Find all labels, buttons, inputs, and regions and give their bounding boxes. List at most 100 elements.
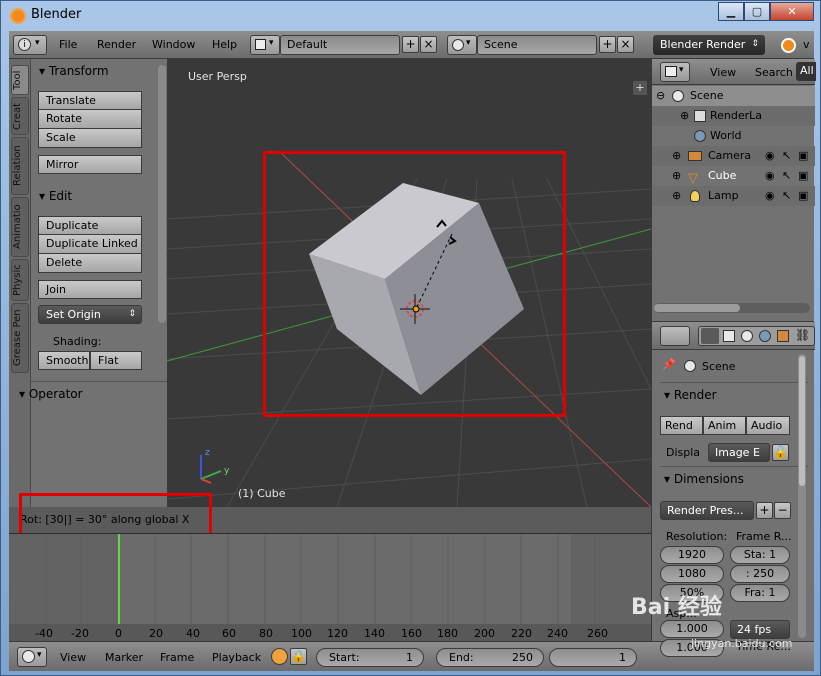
tab-grease-pencil[interactable]: Grease Pen bbox=[11, 303, 29, 373]
frame-step-field[interactable]: Fra: 1 bbox=[730, 584, 790, 602]
scene-icon[interactable] bbox=[741, 330, 753, 342]
outliner-row-lamp[interactable]: ⊕ Lamp ◉ ↖ ▣ bbox=[652, 186, 815, 206]
delete-button[interactable]: Delete bbox=[38, 254, 142, 273]
pin-icon[interactable]: 📌 bbox=[662, 358, 676, 371]
tab-animation[interactable]: Animatio bbox=[11, 197, 29, 257]
expand-icon[interactable]: ⊕ bbox=[680, 106, 689, 126]
render-animation-button[interactable]: Anim bbox=[703, 416, 746, 435]
dimensions-panel-header[interactable]: ▾ Dimensions bbox=[664, 472, 744, 486]
select-arrow-icon[interactable]: ↖ bbox=[782, 166, 791, 186]
expand-icon[interactable]: ⊕ bbox=[672, 146, 681, 166]
join-button[interactable]: Join bbox=[38, 280, 142, 299]
translate-button[interactable]: Translate bbox=[38, 91, 142, 110]
resolution-y-field[interactable]: 1080 bbox=[660, 565, 724, 583]
context-tabs[interactable]: ⛓ bbox=[698, 326, 815, 346]
render-image-button[interactable]: Rend bbox=[660, 416, 703, 435]
menu-view[interactable]: View bbox=[60, 651, 86, 664]
frame-start-field[interactable]: Sta: 1 bbox=[730, 546, 790, 564]
object-icon[interactable] bbox=[777, 330, 789, 342]
editor-type-menu[interactable]: i ▾ bbox=[13, 35, 47, 55]
editor-type-menu[interactable]: ▾ bbox=[660, 62, 690, 82]
tab-relations[interactable]: Relation bbox=[11, 137, 29, 195]
set-origin-dropdown[interactable]: Set Origin ⇕ bbox=[38, 305, 142, 324]
resolution-x-field[interactable]: 1920 bbox=[660, 546, 724, 564]
add-layout-button[interactable]: + bbox=[402, 36, 419, 53]
scene-field[interactable]: Scene bbox=[477, 35, 597, 55]
duplicate-linked-button[interactable]: Duplicate Linked bbox=[38, 235, 142, 254]
editor-type-menu[interactable]: ▾ bbox=[17, 647, 47, 667]
menu-help[interactable]: Help bbox=[212, 38, 237, 51]
mirror-button[interactable]: Mirror bbox=[38, 155, 142, 174]
render-audio-button[interactable]: Audio bbox=[746, 416, 790, 435]
minimize-button[interactable]: ▁ bbox=[718, 2, 744, 21]
outliner-menu-search[interactable]: Search bbox=[755, 66, 793, 79]
remove-preset-button[interactable]: − bbox=[774, 502, 791, 519]
start-frame-field[interactable]: Start: 1 bbox=[316, 648, 424, 667]
properties-scroll-thumb[interactable] bbox=[799, 356, 805, 486]
properties-toggle-button[interactable]: + bbox=[633, 81, 647, 95]
collapse-icon[interactable]: ⊖ bbox=[656, 86, 665, 106]
menu-file[interactable]: File bbox=[59, 38, 77, 51]
remove-scene-button[interactable]: × bbox=[617, 36, 634, 53]
expand-icon[interactable]: ⊕ bbox=[672, 166, 681, 186]
current-frame-field[interactable]: 1 bbox=[549, 648, 637, 667]
render-panel-header[interactable]: ▾ Render bbox=[664, 388, 717, 402]
end-frame-field[interactable]: End: 250 bbox=[436, 648, 544, 667]
aspect-x-field[interactable]: 1.000 bbox=[660, 620, 724, 638]
expand-icon[interactable]: ⊕ bbox=[672, 186, 681, 206]
select-arrow-icon[interactable]: ↖ bbox=[782, 186, 791, 206]
duplicate-button[interactable]: Duplicate bbox=[38, 216, 142, 235]
scale-button[interactable]: Scale bbox=[38, 129, 142, 148]
select-arrow-icon[interactable]: ↖ bbox=[782, 146, 791, 166]
render-engine-select[interactable]: Blender Render ⇕ bbox=[653, 35, 765, 55]
render-camera-icon[interactable]: ▣ bbox=[798, 186, 808, 206]
render-presets-select[interactable]: Render Pres... bbox=[660, 501, 754, 520]
tab-tool[interactable]: Tool bbox=[11, 65, 29, 95]
visibility-eye-icon[interactable]: ◉ bbox=[765, 186, 775, 206]
lock-icon[interactable]: 🔒 bbox=[290, 648, 307, 665]
add-scene-button[interactable]: + bbox=[599, 36, 616, 53]
lock-interface-icon[interactable]: 🔓 bbox=[772, 444, 789, 461]
tab-create[interactable]: Creat bbox=[11, 97, 29, 135]
properties-scrollbar[interactable] bbox=[798, 354, 806, 638]
screen-layout-field[interactable]: Default bbox=[280, 35, 400, 55]
render-camera-icon[interactable]: ▣ bbox=[798, 146, 808, 166]
world-icon[interactable] bbox=[759, 330, 771, 342]
outliner-row-renderlayers[interactable]: ⊕ RenderLa bbox=[652, 106, 815, 126]
smooth-button[interactable]: Smooth bbox=[38, 351, 90, 370]
rotate-button[interactable]: Rotate bbox=[38, 110, 142, 129]
outliner-row-scene[interactable]: ⊖ Scene bbox=[652, 86, 815, 106]
flat-button[interactable]: Flat bbox=[90, 351, 142, 370]
transform-panel-header[interactable]: ▾ Transform bbox=[39, 64, 109, 78]
tab-physics[interactable]: Physic bbox=[11, 259, 29, 301]
outliner-menu-view[interactable]: View bbox=[710, 66, 736, 79]
operator-panel-header[interactable]: ▾ Operator bbox=[19, 387, 83, 401]
render-camera-icon[interactable] bbox=[701, 328, 719, 344]
menu-frame[interactable]: Frame bbox=[160, 651, 194, 664]
remove-layout-button[interactable]: × bbox=[420, 36, 437, 53]
menu-window[interactable]: Window bbox=[152, 38, 195, 51]
edit-panel-header[interactable]: ▾ Edit bbox=[39, 189, 72, 203]
outliner-row-world[interactable]: World bbox=[652, 126, 815, 146]
close-button[interactable]: ✕ bbox=[770, 2, 814, 21]
display-mode-select[interactable]: All bbox=[796, 62, 816, 81]
add-preset-button[interactable]: + bbox=[756, 502, 773, 519]
outliner-hscroll-thumb[interactable] bbox=[654, 304, 740, 312]
scene-type[interactable]: ▾ bbox=[447, 35, 477, 55]
timeline-editor[interactable]: -40 -20 0 20 40 60 80 100 120 140 160 18… bbox=[9, 533, 651, 642]
screen-layout-type[interactable]: ▾ bbox=[250, 35, 280, 55]
outliner-row-camera[interactable]: ⊕ Camera ◉ ↖ ▣ bbox=[652, 146, 815, 166]
display-select[interactable]: Image E bbox=[708, 443, 770, 462]
renderlayer-icon[interactable] bbox=[723, 330, 735, 342]
frame-end-field[interactable]: : 250 bbox=[730, 565, 790, 583]
3d-viewport[interactable]: z y User Persp (1) Cube + bbox=[167, 59, 651, 507]
outliner-row-cube[interactable]: ⊕ ▽ Cube ◉ ↖ ▣ bbox=[652, 166, 815, 186]
menu-playback[interactable]: Playback bbox=[212, 651, 261, 664]
tool-shelf-scrollbar[interactable] bbox=[158, 65, 166, 323]
visibility-eye-icon[interactable]: ◉ bbox=[765, 166, 775, 186]
record-icon[interactable] bbox=[271, 648, 288, 665]
visibility-eye-icon[interactable]: ◉ bbox=[765, 146, 775, 166]
menu-marker[interactable]: Marker bbox=[105, 651, 143, 664]
editor-type-menu[interactable] bbox=[660, 326, 690, 346]
menu-render[interactable]: Render bbox=[97, 38, 136, 51]
